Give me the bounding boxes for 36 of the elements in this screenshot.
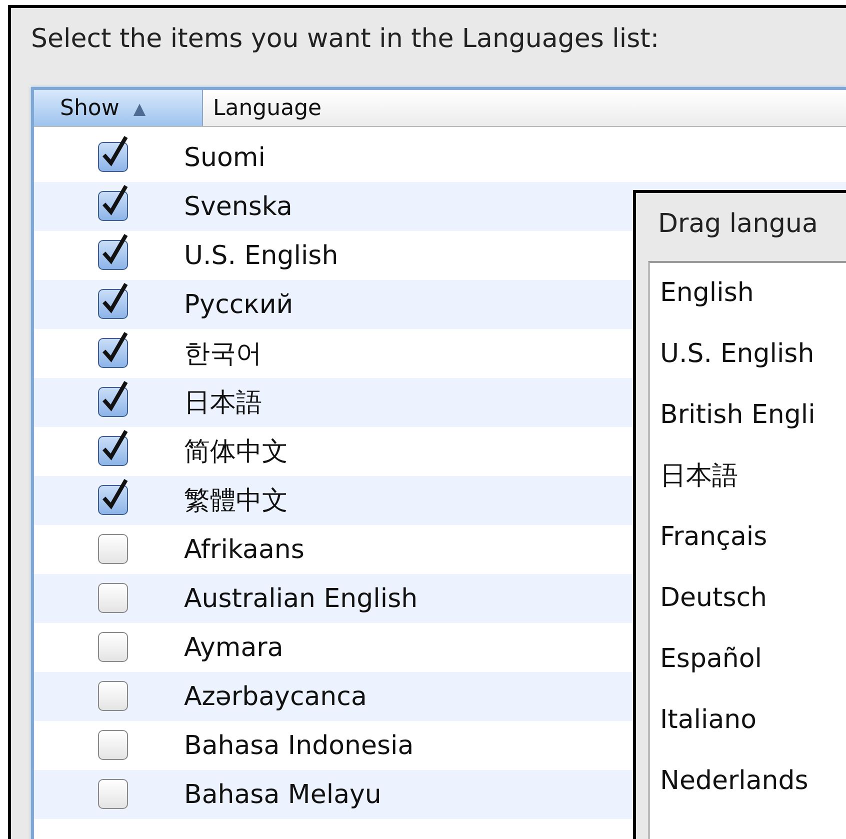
checkbox[interactable] (97, 380, 129, 418)
checkbox[interactable] (97, 134, 129, 172)
language-item[interactable]: 日本語 (650, 454, 846, 515)
checkbox[interactable] (97, 478, 129, 516)
checkbox[interactable] (97, 428, 129, 466)
language-item[interactable]: Nederlands (650, 759, 846, 820)
language-name: 简体中文 (184, 436, 288, 469)
sort-arrow-icon: ▲ (133, 98, 146, 118)
language-item[interactable]: English (650, 271, 846, 332)
language-item[interactable]: Italiano (650, 698, 846, 759)
language-item[interactable]: Deutsch (650, 576, 846, 637)
language-name: Australian English (184, 584, 418, 614)
checkbox[interactable] (97, 330, 129, 368)
language-name: Bahasa Melayu (184, 780, 382, 810)
language-name: 日本語 (184, 387, 262, 420)
language-name: U.S. English (184, 240, 338, 270)
language-item[interactable]: U.S. English (650, 332, 846, 393)
language-name: Afrikaans (184, 534, 304, 564)
column-header[interactable]: Show ▲ (34, 90, 203, 126)
checkbox[interactable] (97, 184, 129, 222)
checkbox[interactable] (97, 232, 129, 270)
language-name: Русский (184, 290, 294, 320)
language-name: Svenska (184, 192, 292, 222)
checkbox[interactable] (97, 282, 129, 320)
language-item[interactable]: Français (650, 515, 846, 576)
language-name: Bahasa Indonesia (184, 730, 414, 760)
language-name: 한국어 (184, 338, 262, 371)
language-item[interactable]: Español (650, 637, 846, 698)
language-name: Azərbaycanca (184, 682, 367, 712)
language-item[interactable]: British Engli (650, 393, 846, 454)
instruction-text: Select the items you want in the Languages list: (30, 23, 660, 56)
language-name: Suomi (184, 142, 266, 172)
column-header[interactable]: Language (203, 90, 322, 126)
panel-title: Drag langua (657, 208, 819, 241)
language-name: 繁體中文 (184, 485, 288, 518)
language-name: Aymara (184, 632, 284, 662)
